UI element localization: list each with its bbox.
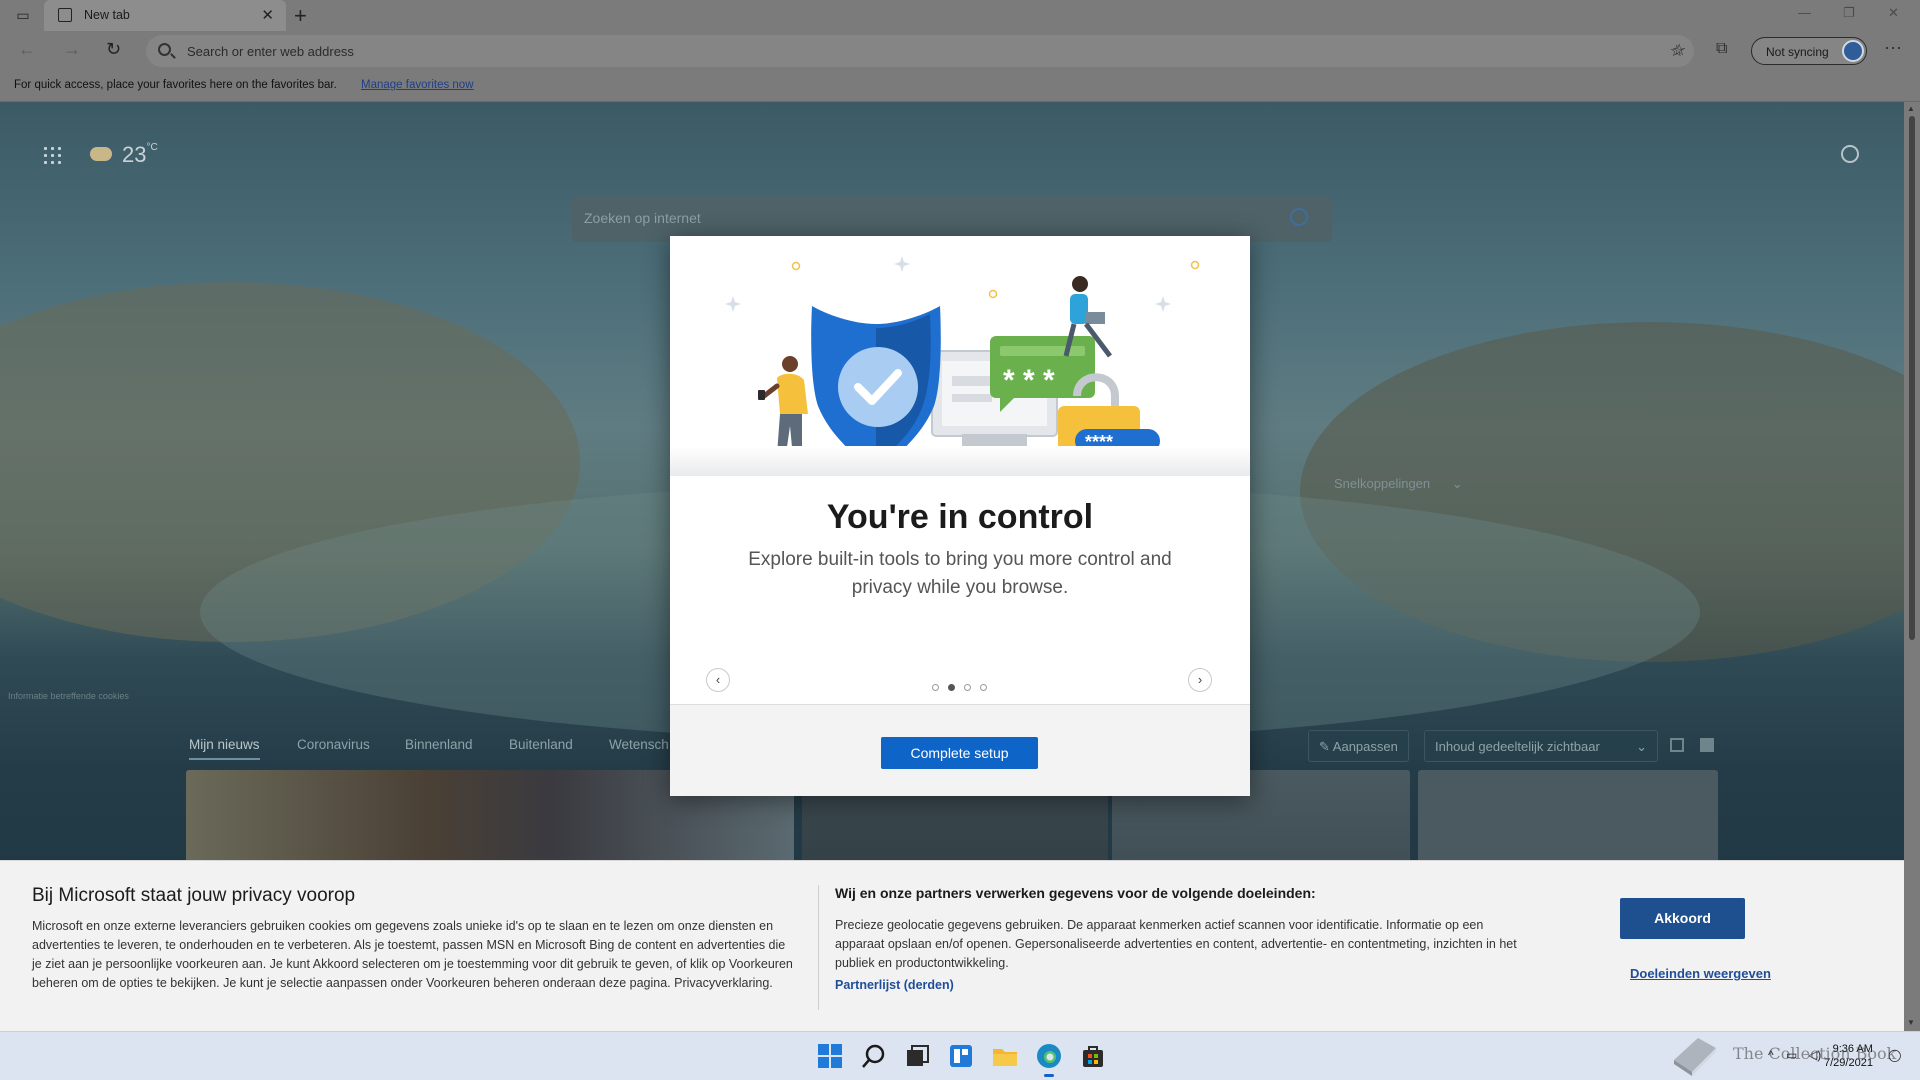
scroll-down-icon[interactable]: ▼ [1907, 1018, 1915, 1027]
refresh-button[interactable]: ↻ [106, 39, 121, 60]
toolbar: ← → ↻ Search or enter web address ☆ ☆ ⧉ … [0, 31, 1920, 71]
edge-icon[interactable] [1035, 1042, 1063, 1077]
favorites-icon[interactable]: ☆ [1672, 40, 1686, 60]
avatar [1842, 40, 1864, 62]
app-launcher-icon[interactable] [44, 147, 62, 165]
temperature-value: 23 [122, 142, 147, 167]
content-visibility-label: Inhoud gedeeltelijk zichtbaar [1435, 739, 1600, 754]
tab-mijn-nieuws[interactable]: Mijn nieuws [189, 737, 260, 760]
partners-text: Precieze geolocatie gegevens gebruiken. … [835, 918, 1517, 970]
cookie-info-link[interactable]: Informatie betreffende cookies [8, 691, 129, 701]
tab-new-tab[interactable]: New tab ✕ [44, 0, 286, 31]
collections-icon[interactable]: ⧉ [1716, 40, 1727, 58]
next-slide-button[interactable]: › [1188, 668, 1212, 692]
dialog-footer: Complete setup [670, 704, 1250, 796]
address-placeholder: Search or enter web address [187, 44, 354, 59]
slide-dot[interactable] [932, 684, 939, 691]
close-icon[interactable]: ✕ [261, 6, 274, 24]
search-icon [158, 43, 171, 56]
new-tab-button[interactable]: + [294, 3, 307, 29]
customize-button[interactable]: ✎ Aanpassen [1308, 730, 1409, 762]
grid-view-icon[interactable] [1670, 738, 1684, 752]
back-button[interactable]: ← [18, 39, 36, 60]
chevron-down-icon: ⌄ [1636, 739, 1647, 754]
address-bar[interactable]: Search or enter web address ☆ [146, 35, 1694, 67]
privacy-title: Bij Microsoft staat jouw privacy voorop [32, 885, 356, 906]
taskbar: ^ ▭ ◁) 9:36 AM 7/29/2021 ◯ [0, 1031, 1920, 1080]
store-icon[interactable] [1079, 1042, 1107, 1070]
tab-buitenland[interactable]: Buitenland [509, 737, 573, 752]
favorites-bar: For quick access, place your favorites h… [0, 71, 1920, 102]
sync-label: Not syncing [1766, 45, 1829, 59]
manage-favorites-link[interactable]: Manage favorites now [361, 79, 474, 91]
favorites-bar-message: For quick access, place your favorites h… [14, 79, 337, 91]
minimize-icon[interactable]: — [1798, 5, 1811, 20]
scrollbar-thumb[interactable] [1909, 116, 1915, 640]
more-icon[interactable]: ··· [1884, 37, 1902, 58]
list-view-icon[interactable] [1700, 738, 1714, 752]
tab-title: New tab [84, 8, 130, 22]
chevron-down-icon: ⌄ [1451, 476, 1463, 491]
window-close-icon[interactable]: ✕ [1888, 5, 1899, 21]
tab-binnenland[interactable]: Binnenland [405, 737, 473, 752]
cloudy-icon [90, 147, 112, 161]
temperature[interactable]: 23°C [122, 142, 158, 168]
slide-dot[interactable] [964, 684, 971, 691]
dialog-title: You're in control [826, 498, 1094, 536]
tab-bar: ▭ New tab ✕ + — ❐ ✕ [0, 0, 1920, 31]
pencil-icon: ✎ [1319, 739, 1333, 754]
partners-title: Wij en onze partners verwerken gegevens … [835, 885, 1316, 901]
partner-list-link[interactable]: Partnerlijst (derden) [835, 978, 954, 992]
welcome-dialog: * * * **** You're in control Explore bui… [670, 236, 1250, 796]
restore-icon[interactable]: ❐ [1843, 5, 1855, 21]
forward-button[interactable]: → [63, 39, 81, 60]
widgets-icon[interactable] [947, 1042, 975, 1070]
page-scrollbar[interactable]: ▲ ▼ [1904, 102, 1920, 1031]
slide-indicator [932, 684, 992, 694]
search-icon[interactable] [1290, 208, 1308, 226]
privacy-illustration: * * * **** [670, 236, 1250, 476]
shortcuts-label: Snelkoppelingen [1334, 476, 1431, 491]
gear-icon[interactable] [1841, 145, 1859, 163]
tab-coronavirus[interactable]: Coronavirus [297, 737, 370, 752]
scroll-up-icon[interactable]: ▲ [1907, 104, 1915, 113]
tab-actions-icon[interactable]: ▭ [12, 7, 34, 25]
tab-wetenschap[interactable]: Wetensch [609, 737, 669, 752]
web-search-placeholder: Zoeken op internet [584, 210, 701, 226]
book-watermark-icon [1674, 1038, 1716, 1076]
task-view-icon[interactable] [903, 1042, 931, 1070]
illustration-svg: * * * **** [725, 256, 1200, 474]
slide-dot[interactable] [948, 684, 955, 691]
page-icon [58, 8, 72, 22]
dialog-subtitle: Explore built-in tools to bring you more… [748, 549, 1172, 598]
content-visibility-select[interactable]: Inhoud gedeeltelijk zichtbaar ⌄ [1424, 730, 1658, 762]
slide-dot[interactable] [980, 684, 987, 691]
watermark-text: The Collection Book [1733, 1044, 1897, 1063]
start-icon[interactable] [816, 1042, 844, 1070]
accept-button[interactable]: Akkoord [1620, 898, 1745, 939]
file-explorer-icon[interactable] [991, 1042, 1019, 1070]
view-purposes-link[interactable]: Doeleinden weergeven [1630, 966, 1771, 981]
shortcuts-toggle[interactable]: Snelkoppelingen ⌄ [1334, 476, 1463, 492]
customize-label: Aanpassen [1332, 739, 1398, 754]
divider [818, 885, 819, 1010]
previous-slide-button[interactable]: ‹ [706, 668, 730, 692]
profile-sync-button[interactable]: Not syncing [1751, 37, 1867, 65]
complete-setup-button[interactable]: Complete setup [881, 737, 1038, 769]
search-icon[interactable] [860, 1042, 888, 1070]
password-mask-bubble: * * * [1003, 364, 1055, 397]
privacy-text: Microsoft en onze externe leveranciers g… [32, 919, 793, 990]
temperature-unit: °C [146, 142, 158, 153]
privacy-consent-banner: Bij Microsoft staat jouw privacy voorop … [0, 860, 1904, 1031]
